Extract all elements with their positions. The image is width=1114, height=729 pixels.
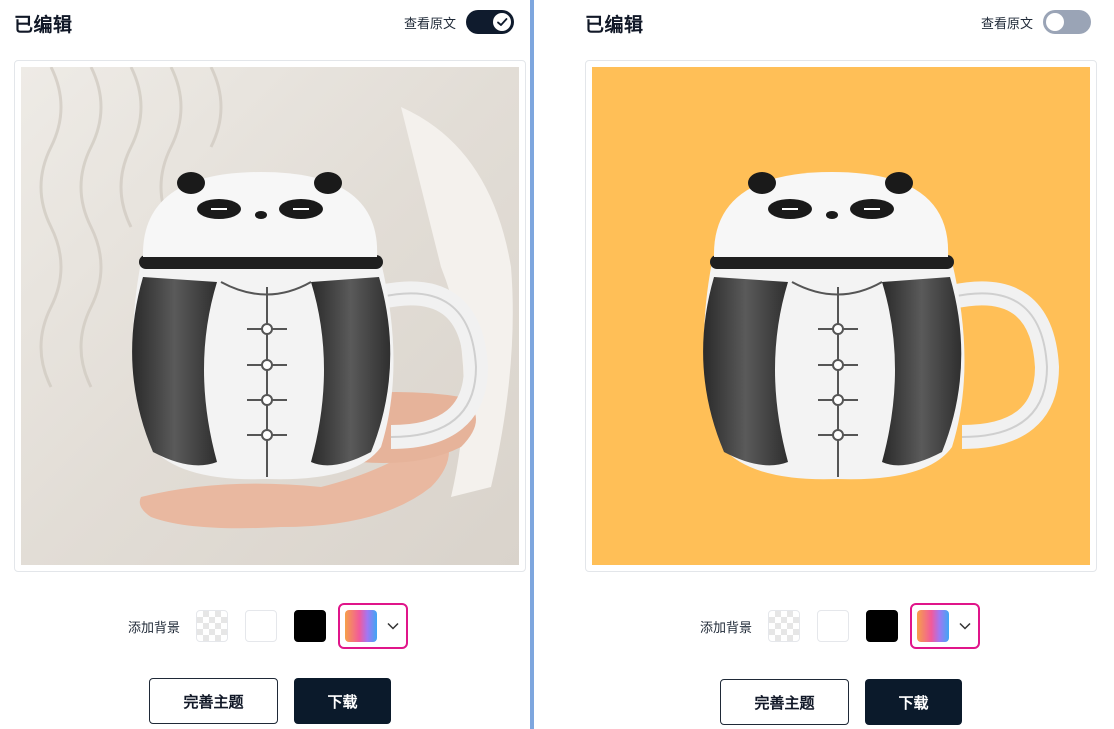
transparent-swatch[interactable] (768, 610, 801, 642)
panel-title: 已编辑 (585, 14, 644, 36)
color-picker-dropdown[interactable] (910, 603, 981, 649)
edited-photo (592, 67, 1090, 565)
add-background-label: 添加背景 (128, 620, 181, 636)
chevron-down-icon (387, 622, 399, 630)
background-options: 添加背景 (700, 603, 981, 649)
view-original-label: 查看原文 (980, 16, 1033, 32)
chevron-down-icon (959, 622, 971, 630)
right-panel: 已编辑 查看原文 添加背景 完善主题 下载 (571, 0, 1101, 729)
refine-subject-button[interactable]: 完善主题 (149, 678, 278, 724)
black-swatch[interactable] (866, 610, 899, 642)
view-original-toggle[interactable] (1043, 10, 1091, 34)
original-photo (21, 67, 519, 565)
download-button[interactable]: 下载 (865, 679, 962, 725)
download-button[interactable]: 下载 (294, 678, 391, 724)
add-background-label: 添加背景 (700, 620, 753, 636)
white-swatch[interactable] (817, 610, 850, 642)
refine-subject-button[interactable]: 完善主题 (720, 679, 849, 725)
background-options: 添加背景 (128, 603, 409, 649)
color-picker-dropdown[interactable] (338, 603, 409, 649)
image-frame (14, 60, 526, 572)
black-swatch[interactable] (294, 610, 327, 642)
gradient-swatch (917, 610, 950, 642)
image-frame (585, 60, 1097, 572)
transparent-swatch[interactable] (196, 610, 229, 642)
gradient-swatch (345, 610, 378, 642)
panel-title: 已编辑 (14, 14, 73, 36)
toggle-knob (1046, 13, 1064, 31)
left-panel: 已编辑 查看原文 添加背景 完善主题 下载 (0, 0, 530, 729)
white-swatch[interactable] (245, 610, 278, 642)
panel-divider (530, 0, 534, 729)
toggle-knob (493, 13, 511, 31)
view-original-control: 查看原文 (981, 10, 1091, 34)
view-original-control: 查看原文 (404, 10, 514, 34)
view-original-label: 查看原文 (403, 16, 456, 32)
view-original-toggle[interactable] (466, 10, 514, 34)
check-icon (497, 18, 508, 26)
